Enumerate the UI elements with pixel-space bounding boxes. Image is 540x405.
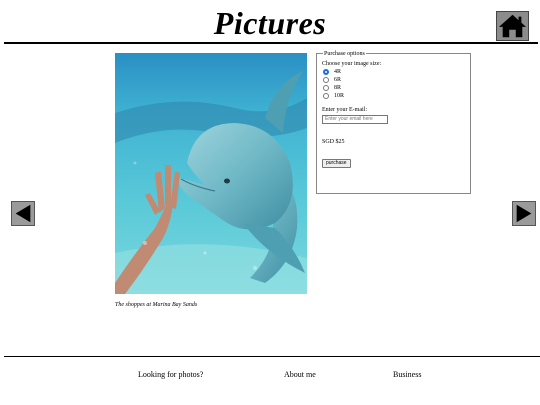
photo-caption: The shoppes at Marina Bay Sands (115, 302, 198, 308)
size-option-label: 10R (334, 93, 345, 99)
next-photo-button[interactable] (512, 201, 536, 226)
header-divider (4, 42, 538, 44)
size-option-10r[interactable]: 10R (323, 92, 465, 100)
right-arrow-icon (516, 204, 532, 223)
radio-button[interactable] (323, 85, 329, 91)
price-text: SGD $25 (322, 139, 345, 145)
radio-button[interactable] (323, 77, 329, 83)
size-option-8r[interactable]: 8R (323, 84, 465, 92)
footer-link-about[interactable]: About me (284, 370, 316, 379)
size-option-4r[interactable]: 4R (323, 68, 465, 76)
purchase-options-legend: Purchase options (323, 50, 366, 58)
page-title: Pictures (213, 5, 327, 41)
radio-button[interactable] (323, 93, 329, 99)
purchase-options-panel: Purchase options Choose your image size:… (316, 50, 471, 194)
footer-divider (4, 356, 540, 357)
email-input[interactable]: Enter your email here (322, 115, 388, 124)
footer-link-business[interactable]: Business (393, 370, 421, 379)
dolphin-photo (115, 53, 307, 294)
email-label: Enter your E-mail: (322, 107, 367, 113)
size-option-label: 6R (334, 77, 342, 83)
size-option-label: 8R (334, 85, 342, 91)
home-button[interactable] (496, 11, 529, 41)
radio-button[interactable] (323, 69, 329, 75)
size-option-6r[interactable]: 6R (323, 76, 465, 84)
left-arrow-icon (15, 204, 31, 223)
purchase-button[interactable]: purchase (322, 159, 351, 168)
previous-photo-button[interactable] (11, 201, 35, 226)
size-option-label: 4R (334, 69, 342, 75)
image-size-label: Choose your image size: (322, 61, 382, 67)
footer-link-photos[interactable]: Looking for photos? (138, 370, 203, 379)
house-icon (498, 14, 527, 38)
